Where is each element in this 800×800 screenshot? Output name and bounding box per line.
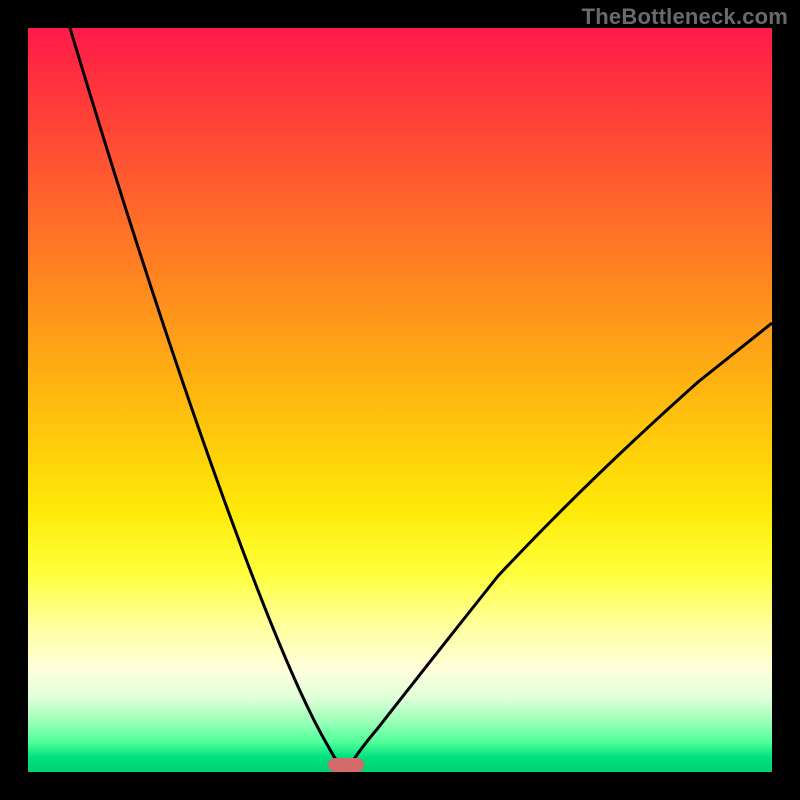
bottleneck-marker (328, 758, 364, 772)
chart-plot-area (28, 28, 772, 772)
left-curve-path (70, 28, 346, 772)
right-curve-path (346, 323, 772, 772)
bottleneck-curve (28, 28, 772, 772)
watermark-text: TheBottleneck.com (582, 4, 788, 30)
